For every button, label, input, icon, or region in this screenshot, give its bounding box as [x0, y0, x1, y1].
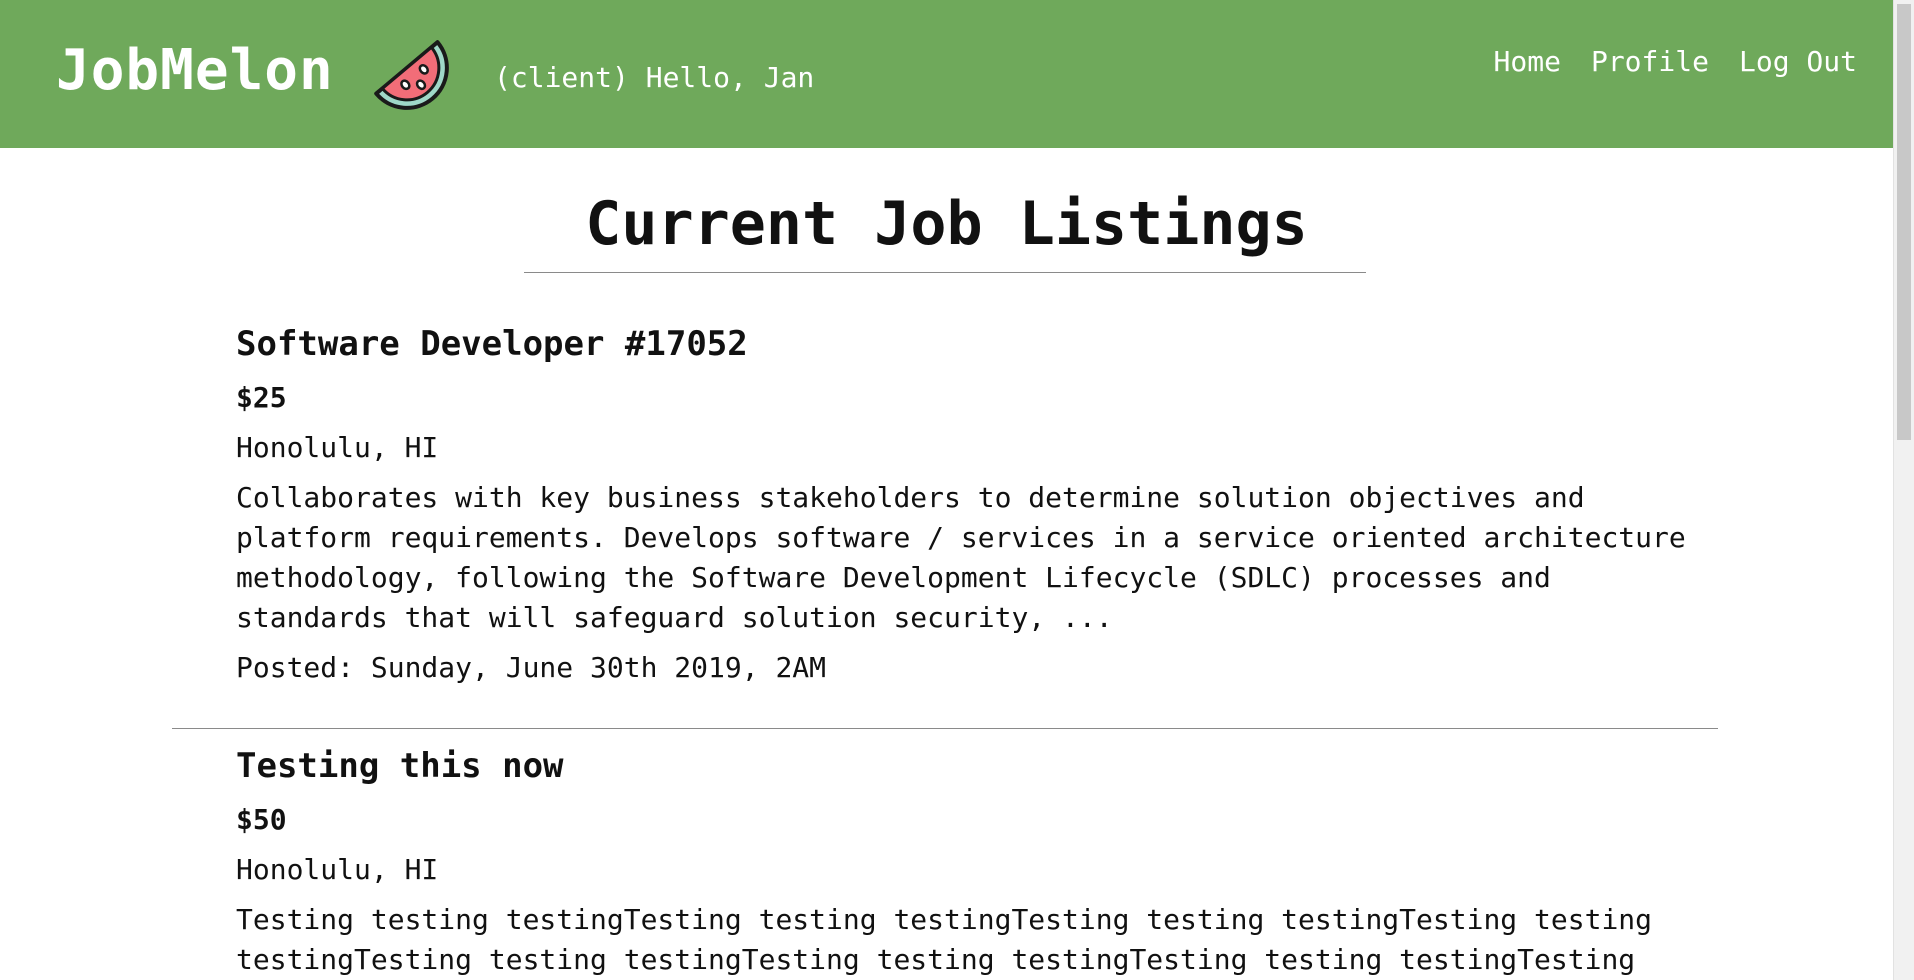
job-pay: $25	[236, 381, 287, 414]
nav-logout-link[interactable]: Log Out	[1739, 44, 1857, 80]
user-greeting: (client) Hello, Jan	[494, 61, 815, 94]
nav-home-link[interactable]: Home	[1494, 44, 1561, 80]
job-title[interactable]: Testing this now	[236, 744, 1716, 788]
job-description: Collaborates with key business stakehold…	[236, 481, 1686, 634]
job-listing[interactable]: Testing this now $50 Honolulu, HI Testin…	[236, 744, 1716, 980]
job-description: Testing testing testingTesting testing t…	[236, 903, 1653, 976]
scrollbar-thumb[interactable]	[1897, 4, 1911, 440]
title-divider	[524, 272, 1366, 273]
top-header: JobMelon (client) Hello, Jan Home Profil…	[0, 0, 1893, 148]
watermelon-slice-icon[interactable]	[364, 26, 460, 122]
main-nav: Home Profile Log Out	[1494, 44, 1857, 80]
job-location: Honolulu, HI	[236, 853, 439, 886]
job-pay: $50	[236, 803, 287, 836]
brand-logo-text[interactable]: JobMelon	[56, 36, 334, 106]
listing-divider	[172, 728, 1718, 729]
nav-profile-link[interactable]: Profile	[1591, 44, 1709, 80]
job-posted-date: Posted: Sunday, June 30th 2019, 2AM	[236, 651, 827, 684]
job-location: Honolulu, HI	[236, 431, 439, 464]
job-listing[interactable]: Software Developer #17052 $25 Honolulu, …	[236, 322, 1716, 686]
job-title[interactable]: Software Developer #17052	[236, 322, 1716, 366]
vertical-scrollbar[interactable]	[1893, 0, 1914, 980]
page-title: Current Job Listings	[585, 189, 1308, 259]
